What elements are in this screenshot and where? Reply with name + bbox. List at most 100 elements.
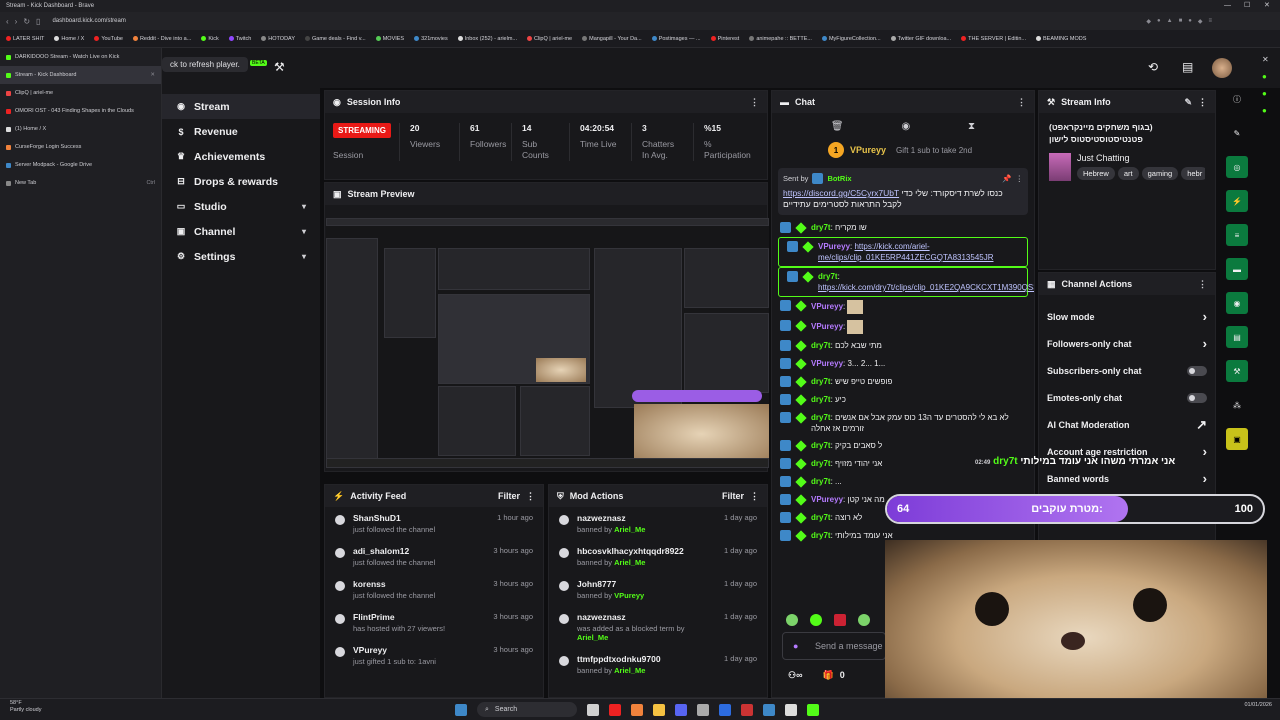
taskbar-search[interactable]: ⌕ Search <box>477 702 577 717</box>
discord-icon[interactable] <box>675 703 687 716</box>
stream-preview-video[interactable] <box>326 218 769 468</box>
chat-username[interactable]: dry7t <box>811 513 831 522</box>
bookmark-item[interactable]: 321movies <box>414 36 448 42</box>
bookmark-item[interactable]: Twitter GIF downloa... <box>890 36 951 42</box>
browser-icon[interactable] <box>631 703 643 716</box>
bookmark-item[interactable]: Game deals - Find v... <box>305 36 366 42</box>
channel-action-ai-chat-moderation[interactable]: AI Chat Moderation ↗ <box>1039 411 1215 438</box>
activity-user[interactable]: adi_shalom12 <box>353 546 435 556</box>
bookmark-item[interactable]: Home / X <box>54 36 84 42</box>
chat-username[interactable]: VPureyy <box>811 322 843 331</box>
emote-icon[interactable] <box>834 614 846 626</box>
sidebar-item-revenue[interactable]: $ Revenue <box>162 119 320 144</box>
chat-username[interactable]: dry7t <box>811 377 831 386</box>
extension-icon[interactable]: ● <box>1157 18 1161 25</box>
start-icon[interactable] <box>455 703 467 716</box>
bookmark-item[interactable]: Mangapill - Your Da... <box>582 36 642 42</box>
reload-icon[interactable]: ↻ <box>23 17 30 26</box>
app-icon[interactable]: ● <box>1262 72 1276 81</box>
wrench-icon[interactable]: ⚒ <box>1226 360 1248 382</box>
edit-icon[interactable]: ✎ <box>1226 122 1248 144</box>
weather-widget[interactable]: 58°F Partly cloudy <box>10 700 42 714</box>
chat-input[interactable]: ● Send a message <box>782 632 886 660</box>
mic-icon[interactable]: ● <box>793 641 798 651</box>
app-icon[interactable]: ● <box>1262 89 1276 98</box>
chat-username[interactable]: VPureyy <box>811 302 843 311</box>
forward-icon[interactable]: › <box>15 17 18 26</box>
sidebar-item-studio[interactable]: ▭ Studio ▾ <box>162 194 320 219</box>
bookmark-item[interactable]: ClipQ | ariel-me <box>527 36 572 42</box>
kebab-menu-icon[interactable]: ⋮ <box>1017 97 1026 108</box>
browser-tab[interactable]: OMORI OST - 043 Finding Shapes in the Cl… <box>0 102 161 120</box>
extension-icon[interactable]: ◆ <box>1146 18 1151 25</box>
address-bar[interactable]: dashboard.kick.com/stream <box>52 18 1140 24</box>
chat-username[interactable]: dry7t <box>811 441 831 450</box>
kebab-menu-icon[interactable]: ⋮ <box>1198 279 1207 290</box>
hourglass-icon[interactable]: ⧗ <box>968 121 975 132</box>
mod-actor[interactable]: VPureyy <box>614 591 644 600</box>
sidebar-item-settings[interactable]: ⚙ Settings ▾ <box>162 244 320 269</box>
mod-actor[interactable]: Ariel_Me <box>577 633 608 642</box>
broadcast-icon[interactable]: ◉ <box>1226 292 1248 314</box>
chat-text[interactable]: https://kick.com/dry7t/clips/clip_01KE2Q… <box>818 283 1034 292</box>
channel-action-followers-only-chat[interactable]: Followers-only chat › <box>1039 330 1215 357</box>
speech-icon[interactable]: ◉ <box>901 121 910 132</box>
app-icon[interactable] <box>697 703 709 716</box>
stream-tag[interactable]: art <box>1117 167 1139 180</box>
toggle-switch[interactable] <box>1187 392 1207 403</box>
sidebar-item-achievements[interactable]: ♛ Achievements <box>162 144 320 169</box>
maximize-icon[interactable]: ☐ <box>1244 0 1250 12</box>
bookmark-item[interactable]: Twitch <box>228 36 251 42</box>
edit-icon[interactable]: ✎ <box>1184 97 1192 108</box>
stream-tag[interactable]: hebr <box>1181 167 1205 180</box>
filter-button[interactable]: Filter <box>498 491 520 501</box>
minimize-icon[interactable]: — <box>1224 0 1231 12</box>
chevron-down-icon[interactable]: ▾ <box>302 227 306 236</box>
chat-username[interactable]: VPureyy <box>818 242 850 251</box>
gift-text[interactable]: Gift 1 sub to take 2nd <box>896 146 972 155</box>
layout-icon[interactable]: ▤ <box>1226 326 1248 348</box>
sidebar-item-stream[interactable]: ◉ Stream <box>162 94 320 119</box>
mod-target-user[interactable]: hbcosvklhacyxhtqqdr8922 <box>577 546 684 556</box>
sidebar-item-channel[interactable]: ▣ Channel ▾ <box>162 219 320 244</box>
kebab-menu-icon[interactable]: ⋮ <box>1198 97 1207 108</box>
lightning-icon[interactable]: ⚡ <box>1226 190 1248 212</box>
bookmark-item[interactable]: MOVIES <box>375 36 404 42</box>
browser-tab[interactable]: CurseForge Login Success <box>0 138 161 156</box>
bookmark-item[interactable]: BEAMING MODS <box>1036 36 1086 42</box>
kebab-menu-icon[interactable]: ⋮ <box>750 97 759 108</box>
chat-username[interactable]: dry7t <box>811 459 831 468</box>
menu-icon[interactable]: ≡ <box>1208 18 1212 25</box>
bookmark-item[interactable]: Postimages — ... <box>651 36 701 42</box>
sidebar-item-drops[interactable]: ⊟ Drops & rewards <box>162 169 320 194</box>
app-icon[interactable] <box>763 703 775 716</box>
app-icon[interactable] <box>587 703 599 716</box>
channel-action-subscribers-only-chat[interactable]: Subscribers-only chat <box>1039 357 1215 384</box>
bookmark-item[interactable]: Inbox (252) - arielm... <box>457 36 517 42</box>
mod-actor[interactable]: Ariel_Me <box>614 666 645 675</box>
emote-icon[interactable] <box>810 614 822 626</box>
activity-user[interactable]: ShanShuD1 <box>353 513 435 523</box>
toggle-switch[interactable] <box>1187 365 1207 376</box>
app-icon[interactable] <box>719 703 731 716</box>
channel-action-slow-mode[interactable]: Slow mode › <box>1039 303 1215 330</box>
chat-username[interactable]: dry7t <box>811 395 831 404</box>
chat-username[interactable]: dry7t <box>811 223 831 232</box>
gift-icon[interactable]: 🎁 <box>822 670 833 681</box>
avatar[interactable] <box>1212 58 1232 78</box>
kebab-menu-icon[interactable]: ⋮ <box>526 491 535 502</box>
browser-tab[interactable]: DARKIDOOO Stream - Watch Live on Kick <box>0 48 161 66</box>
mod-target-user[interactable]: nazweznasz <box>577 612 716 622</box>
mod-target-user[interactable]: John8777 <box>577 579 644 589</box>
info-icon[interactable]: ⓘ <box>1226 88 1248 110</box>
emote-icon[interactable] <box>786 614 798 626</box>
channel-action-emotes-only-chat[interactable]: Emotes-only chat <box>1039 384 1215 411</box>
bookmark-item[interactable]: THE SERVER | Editin... <box>961 36 1026 42</box>
channel-action-banned-words[interactable]: Banned words › <box>1039 465 1215 492</box>
bookmark-item[interactable]: Kick <box>201 36 219 42</box>
kebab-menu-icon[interactable]: ⋮ <box>750 491 759 502</box>
nodes-icon[interactable]: ⁂ <box>1226 394 1248 416</box>
kick-icon[interactable] <box>807 703 819 716</box>
extension-icon[interactable]: ■ <box>1179 18 1183 25</box>
bookmark-item[interactable]: LATER SHIT <box>6 36 44 42</box>
